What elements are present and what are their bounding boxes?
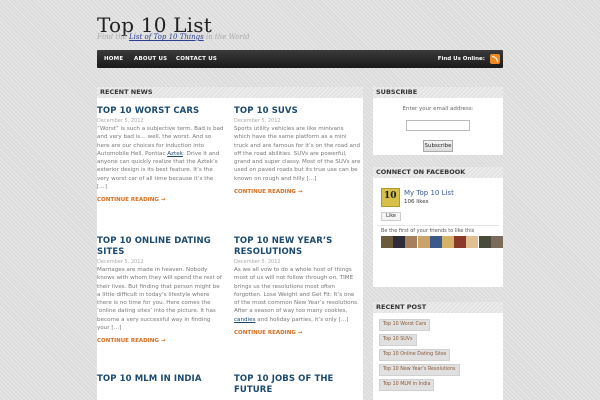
facebook-likes-count: 106 likes xyxy=(404,199,429,205)
subscribe-button[interactable]: Subscribe xyxy=(423,140,453,152)
recent-news-header: RECENT NEWS xyxy=(97,87,363,98)
continue-reading-link[interactable]: CONTINUE READING → xyxy=(234,330,361,336)
recent-post-widget: RECENT POST Top 10 Worst Cars Top 10 SUV… xyxy=(373,302,503,400)
tagline-link[interactable]: List of Top 10 Things xyxy=(129,33,204,41)
friend-avatar[interactable] xyxy=(417,236,430,248)
site-tagline: Find the List of Top 10 Things in the Wo… xyxy=(97,33,250,41)
tagline-prefix: Find the xyxy=(97,33,129,41)
post-date: December 5, 2012 xyxy=(234,259,281,265)
page-logo[interactable]: 10 xyxy=(381,188,400,207)
post-excerpt: Sports utility vehicles are like minivan… xyxy=(234,126,361,182)
post-title[interactable]: TOP 10 JOBS OF THE FUTURE xyxy=(234,374,361,396)
continue-reading-link[interactable]: CONTINUE READING → xyxy=(234,189,361,195)
post-card: TOP 10 WORST CARS December 5, 2012 “Wors… xyxy=(97,106,224,203)
post-title[interactable]: TOP 10 MLM IN INDIA xyxy=(97,374,224,385)
recent-post-item[interactable]: Top 10 Online Dating Sites xyxy=(379,349,451,361)
continue-reading-link[interactable]: CONTINUE READING → xyxy=(97,338,224,344)
friend-avatar[interactable] xyxy=(442,236,454,248)
post-title[interactable]: TOP 10 SUVS xyxy=(234,106,361,117)
facebook-friends-text: Be the first of your friends to like thi… xyxy=(381,228,475,234)
nav-item-home[interactable]: HOME xyxy=(104,50,123,68)
friend-avatar[interactable] xyxy=(393,236,406,248)
facebook-page-name[interactable]: My Top 10 List xyxy=(404,189,454,197)
facebook-widget: CONNECT ON FACEBOOK 10 My Top 10 List 10… xyxy=(373,167,503,287)
email-field[interactable] xyxy=(406,120,470,131)
subscribe-title: SUBSCRIBE xyxy=(376,88,418,96)
post-card: TOP 10 ONLINE DATING SITES December 5, 2… xyxy=(97,236,224,344)
post-date: December 5, 2012 xyxy=(97,118,144,124)
excerpt-link-aztek[interactable]: Aztek xyxy=(167,151,183,157)
recent-post-item[interactable]: Top 10 SUVs xyxy=(379,334,417,346)
post-title[interactable]: TOP 10 ONLINE DATING SITES xyxy=(97,236,224,258)
excerpt-text: As we all vow to do a whole host of thin… xyxy=(234,267,359,315)
recent-post-item[interactable]: Top 10 Worst Cars xyxy=(379,319,431,331)
excerpt-text: and holiday parties, it’s only […] xyxy=(255,316,349,323)
friend-avatar[interactable] xyxy=(466,236,479,248)
nav-item-about-us[interactable]: ABOUT US xyxy=(134,50,167,68)
friend-avatar[interactable] xyxy=(490,236,503,248)
recent-post-title: RECENT POST xyxy=(376,303,427,311)
friend-avatar[interactable] xyxy=(478,236,491,248)
post-excerpt: Marriages are made in heaven. Nobody kno… xyxy=(97,267,222,332)
post-card: TOP 10 JOBS OF THE FUTURE xyxy=(234,374,361,396)
find-us-online-label: Find Us Online: xyxy=(437,56,485,62)
friend-avatar[interactable] xyxy=(429,236,442,248)
post-title[interactable]: TOP 10 WORST CARS xyxy=(97,106,224,117)
nav-item-contact-us[interactable]: CONTACT US xyxy=(176,50,217,68)
facebook-like-button[interactable]: Like xyxy=(381,212,401,221)
friend-avatar[interactable] xyxy=(405,236,418,248)
email-label: Enter your email address: xyxy=(402,106,474,112)
continue-reading-link[interactable]: CONTINUE READING → xyxy=(97,197,224,203)
post-title[interactable]: TOP 10 NEW YEAR’S RESOLUTIONS xyxy=(234,236,361,258)
post-card: TOP 10 SUVS December 5, 2012 Sports util… xyxy=(234,106,361,195)
post-excerpt: As we all vow to do a whole host of thin… xyxy=(234,266,361,324)
excerpt-link-candies[interactable]: candies xyxy=(234,317,256,323)
divider xyxy=(377,225,499,226)
post-card: TOP 10 NEW YEAR’S RESOLUTIONS December 5… xyxy=(234,236,361,336)
recent-news-panel: RECENT NEWS TOP 10 WORST CARS December 5… xyxy=(97,87,363,400)
facebook-title: CONNECT ON FACEBOOK xyxy=(376,168,466,176)
post-date: December 5, 2012 xyxy=(234,118,281,124)
post-date: December 5, 2012 xyxy=(97,259,144,265)
post-excerpt: “Worst” is such a subjective term. Bad i… xyxy=(97,125,224,191)
rss-icon[interactable] xyxy=(490,54,500,64)
recent-post-item[interactable]: Top 10 New Year’s Resolutions xyxy=(379,364,460,376)
facebook-header: CONNECT ON FACEBOOK xyxy=(373,167,503,178)
recent-post-item[interactable]: Top 10 MLM in India xyxy=(379,379,435,391)
tagline-suffix: in the World xyxy=(203,33,250,41)
post-card: TOP 10 MLM IN INDIA xyxy=(97,374,224,385)
friend-avatar[interactable] xyxy=(454,236,467,248)
main-nav: HOME ABOUT US CONTACT US Find Us Online: xyxy=(97,50,503,68)
subscribe-header: SUBSCRIBE xyxy=(373,87,503,98)
friend-avatar[interactable] xyxy=(381,236,393,248)
recent-post-header: RECENT POST xyxy=(373,302,503,313)
subscribe-widget: SUBSCRIBE Enter your email address: Subs… xyxy=(373,87,503,155)
recent-news-title: RECENT NEWS xyxy=(100,88,153,96)
